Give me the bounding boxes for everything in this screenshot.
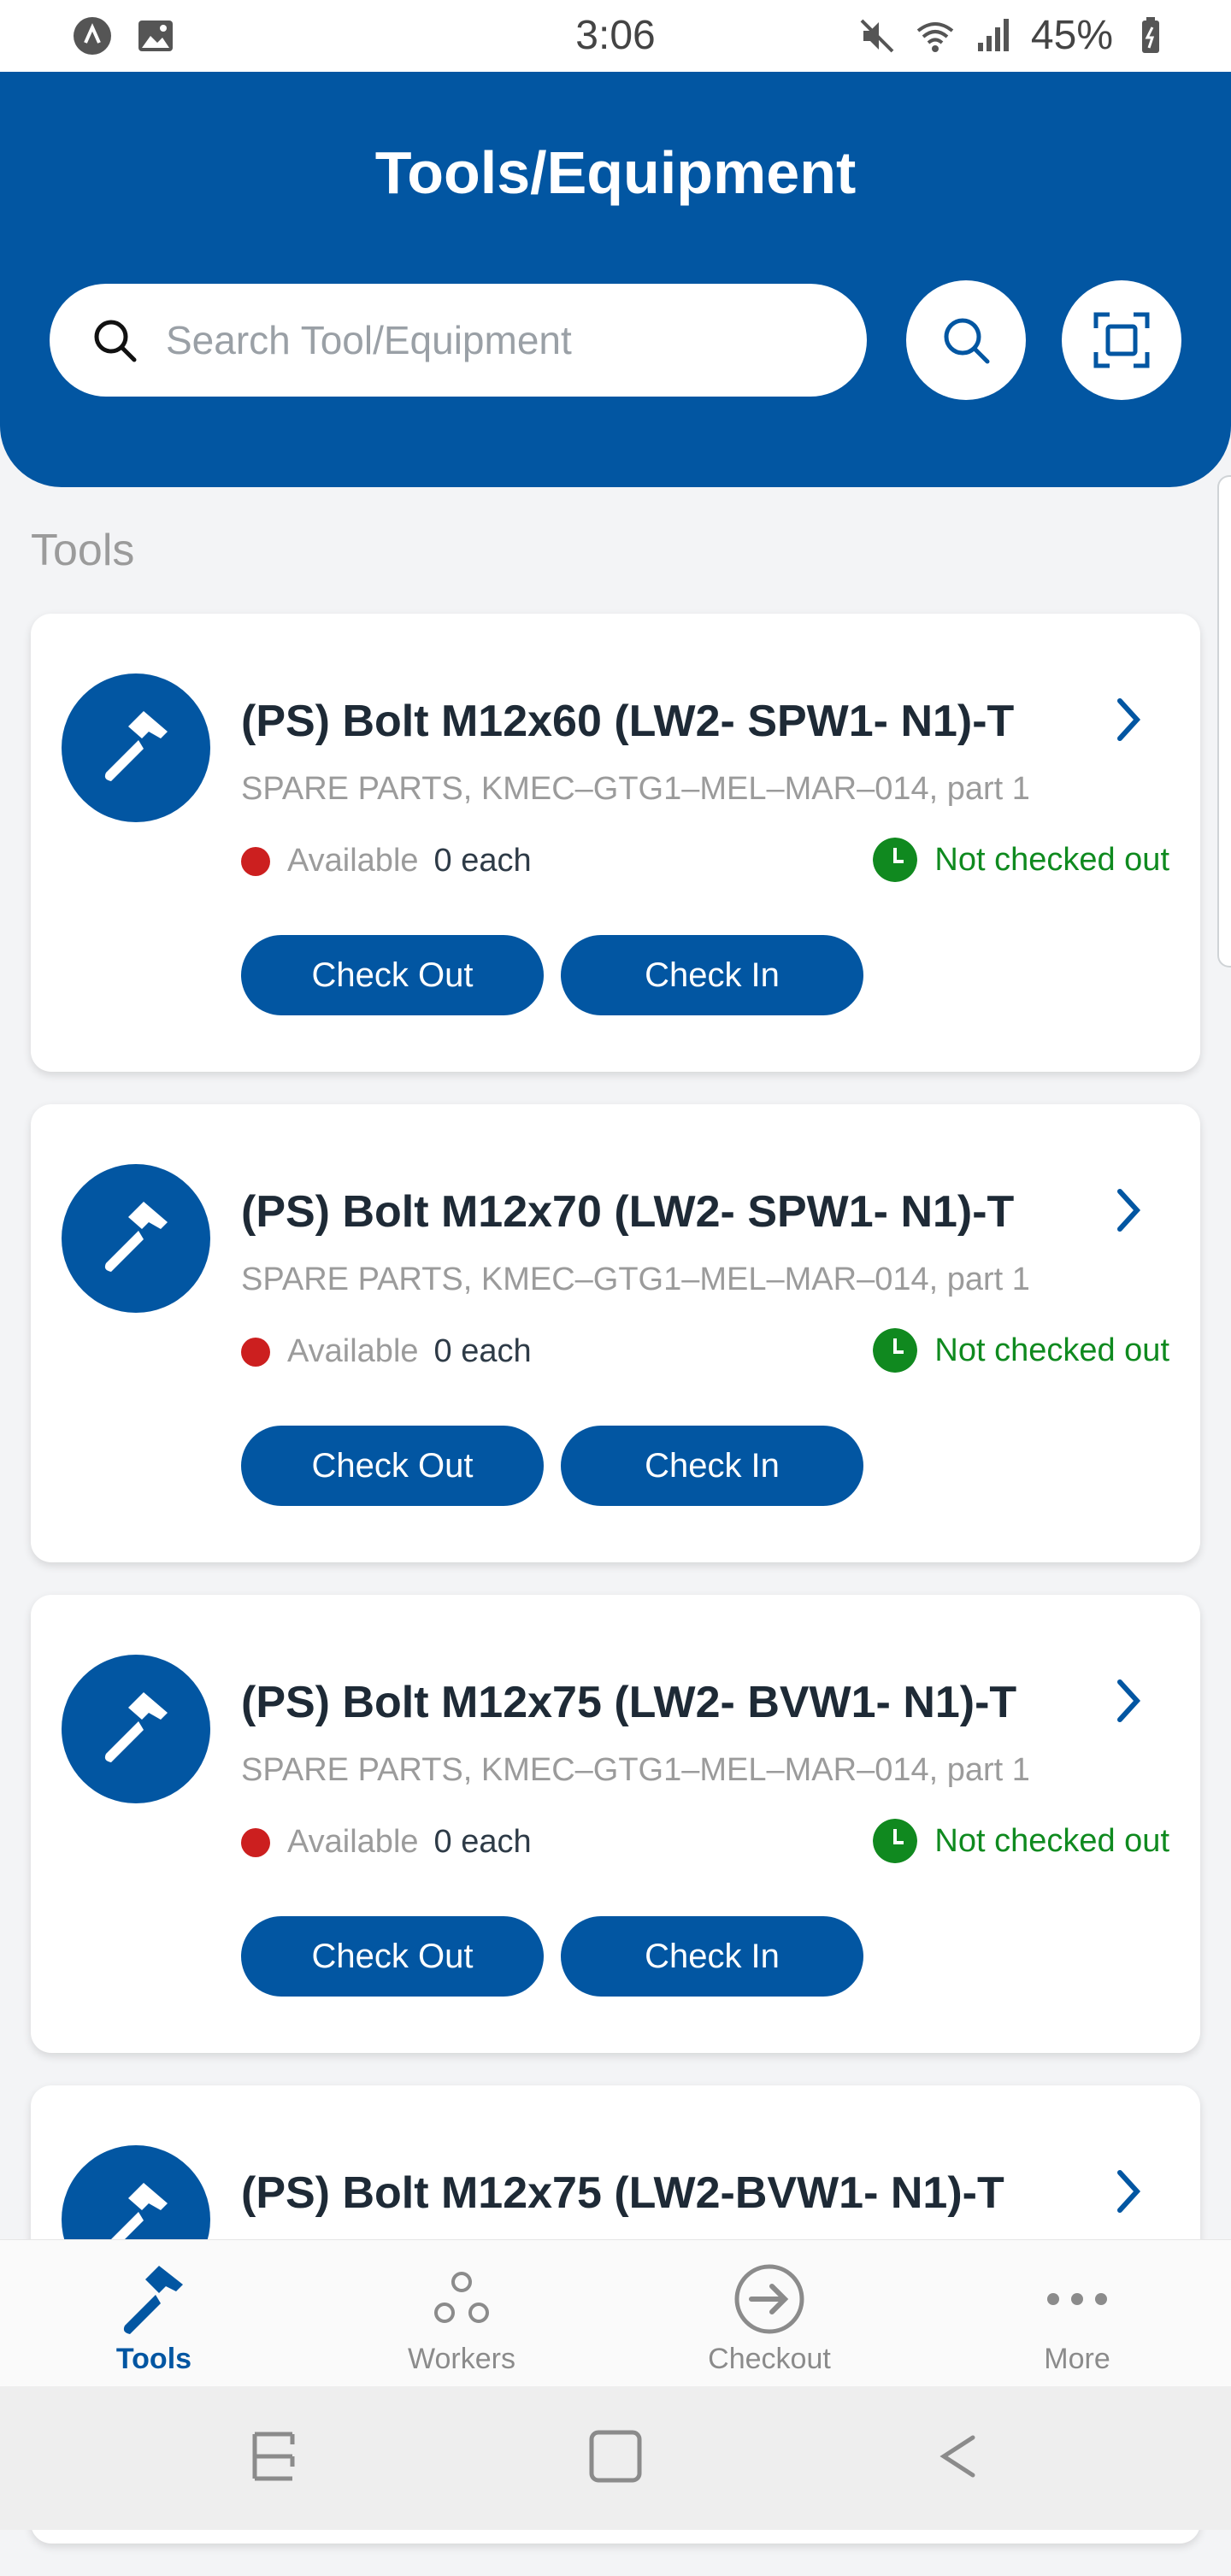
home-icon[interactable] bbox=[581, 2422, 650, 2491]
system-nav-bar bbox=[0, 2386, 1231, 2530]
check-in-button[interactable]: Check In bbox=[561, 1426, 863, 1506]
recents-icon[interactable] bbox=[239, 2422, 308, 2491]
search-button[interactable] bbox=[906, 280, 1026, 400]
status-right-icons: 45% bbox=[857, 12, 1171, 59]
nav-checkout[interactable]: Checkout bbox=[616, 2240, 923, 2387]
checkout-status: Not checked out bbox=[873, 1328, 1169, 1373]
tool-avatar bbox=[62, 1655, 210, 1803]
nav-icon-wrap bbox=[113, 2261, 195, 2338]
nav-icon-wrap bbox=[733, 2261, 806, 2338]
tool-avatar bbox=[62, 1164, 210, 1313]
chevron-right-icon[interactable] bbox=[1111, 696, 1146, 744]
nav-icon-wrap bbox=[427, 2261, 496, 2338]
clock-icon bbox=[873, 1328, 918, 1373]
tool-name: (PS) Bolt M12x70 (LW2- SPW1- N1)-T bbox=[241, 1187, 1015, 1237]
nav-tools[interactable]: Tools bbox=[0, 2240, 308, 2387]
check-out-button[interactable]: Check Out bbox=[241, 1916, 544, 1997]
nav-workers[interactable]: Workers bbox=[308, 2240, 616, 2387]
status-text: Not checked out bbox=[934, 1822, 1169, 1859]
tool-subtitle: SPARE PARTS, KMEC–GTG1–MEL–MAR–014, part… bbox=[241, 1262, 1030, 1297]
nav-label: More bbox=[1044, 2343, 1110, 2375]
nav-label: Workers bbox=[408, 2343, 515, 2375]
signal-icon bbox=[977, 18, 1009, 51]
nav-more[interactable]: More bbox=[923, 2240, 1231, 2387]
more-icon bbox=[1047, 2293, 1107, 2305]
page-title: Tools/Equipment bbox=[374, 139, 857, 206]
check-out-button[interactable]: Check Out bbox=[241, 935, 544, 1015]
scroll-indicator bbox=[1217, 475, 1231, 967]
tool-card[interactable]: (PS) Bolt M12x70 (LW2- SPW1- N1)-T SPARE… bbox=[31, 1104, 1200, 1562]
availability-dot bbox=[241, 1337, 270, 1367]
search-icon bbox=[944, 318, 990, 364]
mute-icon bbox=[860, 19, 894, 52]
tool-subtitle: SPARE PARTS, KMEC–GTG1–MEL–MAR–014, part… bbox=[241, 771, 1030, 807]
availability: Available 0 each bbox=[241, 1333, 532, 1370]
checkout-icon bbox=[734, 2264, 804, 2334]
chevron-right-icon[interactable] bbox=[1111, 2167, 1146, 2215]
tool-card[interactable]: (PS) Bolt M12x60 (LW2- SPW1- N1)-T SPARE… bbox=[31, 614, 1200, 1072]
hammer-icon bbox=[123, 2266, 183, 2334]
available-value: 0 each bbox=[433, 1333, 532, 1369]
check-in-button[interactable]: Check In bbox=[561, 935, 863, 1015]
scan-icon bbox=[1093, 312, 1150, 368]
search-bar[interactable] bbox=[50, 284, 867, 397]
tool-name: (PS) Bolt M12x75 (LW2- BVW1- N1)-T bbox=[241, 1678, 1017, 1727]
nav-label: Checkout bbox=[708, 2343, 831, 2375]
nav-label: Tools bbox=[115, 2343, 192, 2375]
section-title: Tools bbox=[31, 526, 135, 575]
available-value: 0 each bbox=[433, 1824, 532, 1860]
tool-name: (PS) Bolt M12x75 (LW2-BVW1- N1)-T bbox=[241, 2168, 1004, 2218]
check-in-button[interactable]: Check In bbox=[561, 1916, 863, 1997]
available-label: Available bbox=[287, 1333, 419, 1369]
bottom-nav: Tools Workers Checkout More bbox=[0, 2239, 1231, 2387]
tool-card[interactable]: (PS) Bolt M12x75 (LW2- BVW1- N1)-T SPARE… bbox=[31, 1595, 1200, 2053]
tool-name: (PS) Bolt M12x60 (LW2- SPW1- N1)-T bbox=[241, 697, 1015, 746]
status-bar: 3:06 45% bbox=[0, 0, 1231, 72]
clock-icon bbox=[873, 838, 918, 882]
available-label: Available bbox=[287, 843, 419, 879]
availability-dot bbox=[241, 1827, 270, 1857]
status-text: Not checked out bbox=[934, 1332, 1169, 1368]
availability: Available 0 each bbox=[241, 1824, 532, 1861]
nav-icon-wrap bbox=[1043, 2261, 1111, 2338]
header: Tools/Equipment bbox=[0, 72, 1231, 487]
availability: Available 0 each bbox=[241, 843, 532, 879]
hammer-icon bbox=[104, 711, 168, 781]
check-out-button[interactable]: Check Out bbox=[241, 1426, 544, 1506]
status-text: Not checked out bbox=[934, 841, 1169, 878]
clock-icon bbox=[873, 1819, 918, 1863]
chevron-right-icon[interactable] bbox=[1111, 1186, 1146, 1234]
scan-button[interactable] bbox=[1062, 280, 1181, 400]
workers-icon bbox=[434, 2272, 489, 2323]
availability-dot bbox=[241, 846, 270, 876]
search-input[interactable] bbox=[164, 316, 817, 364]
wifi-icon bbox=[916, 21, 954, 52]
tool-subtitle: SPARE PARTS, KMEC–GTG1–MEL–MAR–014, part… bbox=[241, 1752, 1030, 1788]
battery-percent: 45% bbox=[1030, 13, 1113, 58]
tool-avatar bbox=[62, 673, 210, 822]
back-icon[interactable] bbox=[923, 2422, 992, 2491]
hammer-icon bbox=[104, 1202, 168, 1272]
available-label: Available bbox=[287, 1824, 419, 1860]
checkout-status: Not checked out bbox=[873, 1819, 1169, 1863]
available-value: 0 each bbox=[433, 843, 532, 879]
battery-icon bbox=[1142, 16, 1159, 53]
chevron-right-icon[interactable] bbox=[1111, 1677, 1146, 1725]
search-icon bbox=[94, 320, 137, 362]
checkout-status: Not checked out bbox=[873, 838, 1169, 882]
hammer-icon bbox=[104, 1692, 168, 1762]
